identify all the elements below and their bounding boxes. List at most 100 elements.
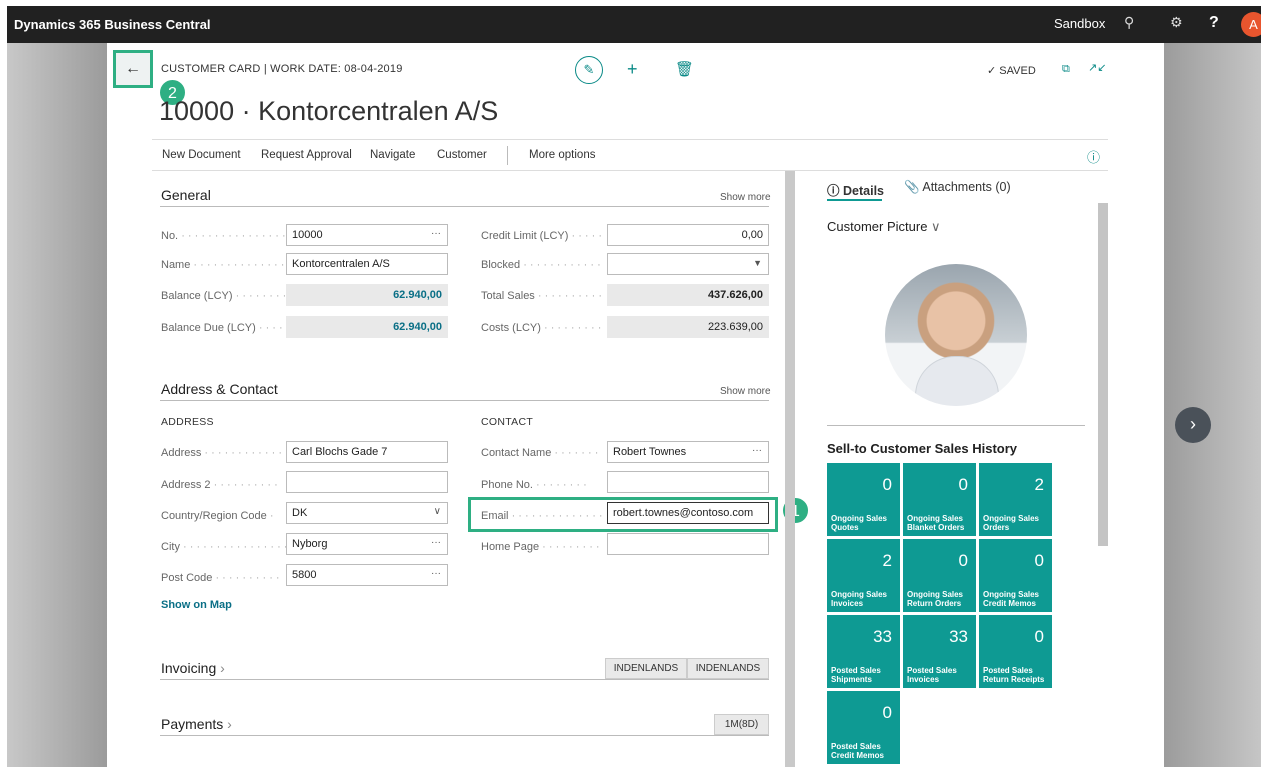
label-total-sales-text: Total Sales (481, 290, 535, 302)
lookup-icon[interactable]: ··· (431, 537, 441, 548)
next-record-button[interactable]: › (1175, 407, 1211, 443)
section-invoicing-title[interactable]: Invoicing › (161, 660, 225, 676)
tile-label-line-2: Return Receipts (983, 675, 1045, 684)
label-total-sales: Total Sales · · · · · · · · · · (481, 290, 603, 302)
factbox-divider (827, 425, 1085, 426)
collapse-icon[interactable]: ↗↙ (1088, 61, 1106, 74)
city-field[interactable]: Nyborg ··· (286, 533, 448, 555)
blocked-select[interactable]: ▼ (607, 253, 769, 275)
dropdown-arrow-icon[interactable]: ▼ (753, 258, 762, 268)
label-credit-limit: Credit Limit (LCY) · · · · · (481, 230, 603, 242)
show-on-map-link[interactable]: Show on Map (161, 599, 232, 611)
lookup-icon[interactable]: ··· (431, 228, 441, 239)
sales-history-tile[interactable]: 0 Ongoing Sales Return Orders (903, 539, 976, 612)
label-costs-text: Costs (LCY) (481, 322, 541, 334)
breadcrumb: CUSTOMER CARD | WORK DATE: 08-04-2019 (161, 63, 403, 75)
edit-icon[interactable]: ✎ (575, 56, 603, 84)
tab-details[interactable]: ⓘ Details (827, 180, 884, 199)
tile-label: Ongoing Sales Return Orders (907, 590, 963, 608)
balance-field[interactable]: 62.940,00 (286, 284, 448, 306)
tile-label-line-1: Ongoing Sales (831, 590, 888, 599)
general-show-more[interactable]: Show more (720, 192, 771, 203)
customer-picture-title[interactable]: Customer Picture ∨ (827, 219, 941, 235)
customer-picture (885, 264, 1027, 406)
sales-history-tile[interactable]: 2 Ongoing Sales Orders (979, 463, 1052, 536)
address-2-field[interactable] (286, 471, 448, 493)
environment-label[interactable]: Sandbox (1054, 16, 1105, 31)
country-field[interactable]: DK ∨ (286, 502, 448, 524)
tile-label-line-2: Blanket Orders (907, 523, 965, 532)
sales-history-tile[interactable]: 0 Posted Sales Return Receipts (979, 615, 1052, 688)
avatar[interactable]: A (1241, 12, 1261, 37)
label-home-page-text: Home Page (481, 541, 540, 553)
action-more-options[interactable]: More options (529, 149, 595, 161)
sales-history-tile[interactable]: 0 Ongoing Sales Blanket Orders (903, 463, 976, 536)
info-icon[interactable]: ⓘ (1087, 147, 1100, 166)
action-customer[interactable]: Customer (437, 149, 487, 161)
no-field[interactable]: 10000 ··· (286, 224, 448, 246)
previous-record-preview (7, 43, 107, 767)
label-post-code-text: Post Code (161, 572, 213, 584)
tile-value: 0 (958, 551, 968, 570)
label-phone-text: Phone No. (481, 479, 533, 491)
open-new-window-icon[interactable]: ⧉ (1062, 63, 1070, 76)
phone-field[interactable] (607, 471, 769, 493)
app-title[interactable]: Dynamics 365 Business Central (14, 17, 211, 32)
section-payments-title[interactable]: Payments › (161, 716, 232, 732)
section-address-contact-title[interactable]: Address & Contact (161, 381, 278, 397)
help-icon[interactable]: ? (1209, 14, 1219, 32)
tile-value: 33 (949, 627, 968, 646)
label-address-text: Address (161, 447, 202, 459)
post-code-field[interactable]: 5800 ··· (286, 564, 448, 586)
tile-label-line-2: Credit Memos (983, 599, 1036, 608)
tile-label: Posted Sales Return Receipts (983, 666, 1044, 684)
lookup-icon[interactable]: ··· (431, 568, 441, 579)
label-post-code: Post Code · · · · · · · · · · (161, 572, 280, 584)
tile-value: 33 (873, 627, 892, 646)
chevron-down-icon[interactable]: ∨ (434, 506, 441, 517)
tile-label-line-2: Return Orders (907, 599, 962, 608)
action-request-approval[interactable]: Request Approval (261, 149, 352, 161)
contact-name-field[interactable]: Robert Townes ··· (607, 441, 769, 463)
action-separator (507, 146, 508, 165)
action-new-document[interactable]: New Document (162, 149, 241, 161)
sales-history-tile[interactable]: 0 Ongoing Sales Quotes (827, 463, 900, 536)
contact-name-value: Robert Townes (613, 446, 687, 458)
email-field[interactable]: robert.townes@contoso.com (607, 502, 769, 524)
sales-history-tile[interactable]: 33 Posted Sales Invoices (903, 615, 976, 688)
sales-history-tile[interactable]: 0 Posted Sales Credit Memos (827, 691, 900, 764)
label-phone: Phone No. · · · · · · · · (481, 479, 587, 491)
home-page-field[interactable] (607, 533, 769, 555)
action-navigate[interactable]: Navigate (370, 149, 415, 161)
tab-attachments[interactable]: 📎 Attachments (0) (904, 180, 1011, 195)
address-show-more[interactable]: Show more (720, 386, 771, 397)
tile-label: Posted Sales Shipments (831, 666, 881, 684)
delete-icon[interactable]: 🗑 (675, 60, 694, 78)
label-email: Email · · · · · · · · · · · · · · (481, 510, 603, 522)
page-title: 10000 · Kontorcentralen A/S (159, 96, 499, 126)
section-general-title[interactable]: General (161, 187, 211, 203)
sales-history-tile[interactable]: 33 Posted Sales Shipments (827, 615, 900, 688)
tile-value: 0 (882, 475, 892, 494)
search-icon[interactable]: ⚲ (1124, 14, 1134, 31)
tile-label-line-1: Ongoing Sales (907, 514, 964, 523)
gear-icon[interactable]: ⚙ (1170, 14, 1183, 31)
factbox-scrollbar[interactable] (1098, 203, 1108, 546)
info-icon: ⓘ (827, 184, 840, 198)
chevron-down-icon: ∨ (927, 219, 941, 234)
sales-history-tile[interactable]: 0 Ongoing Sales Credit Memos (979, 539, 1052, 612)
name-field[interactable]: Kontorcentralen A/S (286, 253, 448, 275)
main-scrollbar[interactable] (785, 171, 795, 767)
add-icon[interactable]: + (627, 59, 638, 80)
balance-due-field[interactable]: 62.940,00 (286, 316, 448, 338)
tile-label: Ongoing Sales Quotes (831, 514, 887, 532)
credit-limit-field[interactable]: 0,00 (607, 224, 769, 246)
back-button[interactable]: ← (113, 50, 153, 88)
address-field[interactable]: Carl Blochs Gade 7 (286, 441, 448, 463)
label-no: No. · · · · · · · · · · · · · · · · (161, 230, 286, 242)
label-address-2-text: Address 2 (161, 479, 211, 491)
lookup-icon[interactable]: ··· (752, 445, 762, 456)
section-divider (160, 206, 769, 207)
customer-picture-title-text: Customer Picture (827, 219, 928, 234)
sales-history-tile[interactable]: 2 Ongoing Sales Invoices (827, 539, 900, 612)
